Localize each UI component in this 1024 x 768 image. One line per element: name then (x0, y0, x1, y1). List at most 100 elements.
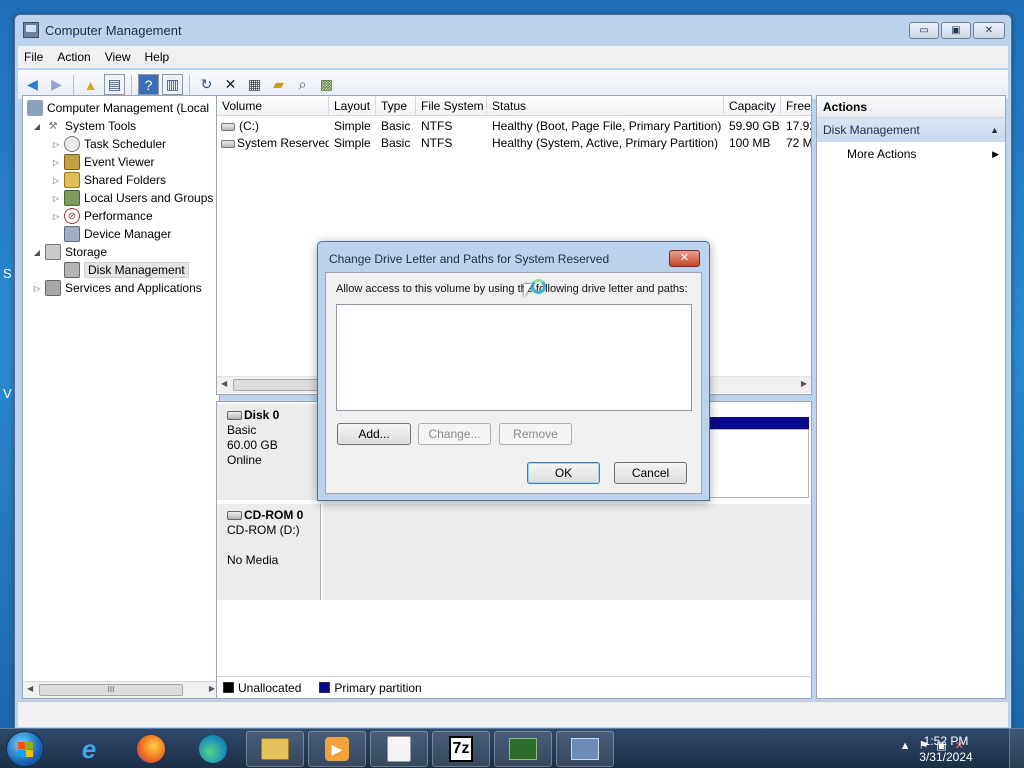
table-row[interactable]: (C:) Simple Basic NTFS Healthy (Boot, Pa… (217, 117, 811, 135)
export-icon[interactable]: ▩ (316, 74, 337, 95)
console-tree: Computer Management (Local ◢ ⚒ System To… (22, 95, 220, 699)
console-view-icon[interactable]: ▥ (162, 74, 183, 95)
tree-item-disk-management[interactable]: Disk Management (62, 261, 189, 279)
collapse-arrow-icon[interactable]: ◢ (31, 248, 43, 257)
delete-icon[interactable]: ✕ (220, 74, 241, 95)
tree-item-shared-folders[interactable]: ▷ Shared Folders (50, 171, 166, 189)
cdrom-media-area[interactable] (323, 504, 811, 600)
clock-date: 3/31/2024 (919, 750, 973, 764)
status-cell: Healthy (Boot, Page File, Primary Partit… (492, 119, 722, 133)
remove-button[interactable]: Remove (499, 423, 572, 445)
status-cell: Healthy (System, Active, Primary Partiti… (492, 136, 719, 150)
tree-item-device-manager[interactable]: Device Manager (62, 225, 171, 243)
collapse-up-icon[interactable]: ▲ (990, 118, 999, 142)
forward-icon[interactable]: ▶ (46, 74, 67, 95)
column-free[interactable]: Free (781, 96, 811, 116)
disk-legend: Unallocated Primary partition (217, 676, 811, 698)
tree-horizontal-scrollbar[interactable]: ◀ III ▶ (23, 681, 219, 698)
volume-cell: (C:) (221, 117, 329, 135)
computer-management-icon[interactable] (556, 731, 614, 767)
start-button[interactable] (6, 731, 44, 767)
status-bar (18, 701, 1008, 727)
actions-section-disk-management[interactable]: Disk Management ▲ (817, 118, 1005, 142)
menu-action[interactable]: Action (57, 50, 90, 64)
disk-state: Online (227, 453, 262, 467)
column-type[interactable]: Type (376, 96, 416, 116)
properties-icon[interactable]: ▦ (244, 74, 265, 95)
expand-arrow-icon[interactable]: ▷ (50, 176, 62, 185)
expand-arrow-icon[interactable]: ▷ (50, 140, 62, 149)
column-file-system[interactable]: File System (416, 96, 487, 116)
title-bar[interactable]: Computer Management ▭ ▣ ✕ (15, 15, 1011, 45)
maximize-button[interactable]: ▣ (941, 22, 971, 39)
ok-button[interactable]: OK (527, 462, 600, 484)
tree-item-label: Performance (84, 209, 153, 223)
back-icon[interactable]: ◀ (22, 74, 43, 95)
tree-item-label: Computer Management (Local (47, 101, 210, 115)
edge-icon[interactable] (184, 731, 242, 767)
column-layout[interactable]: Layout (329, 96, 376, 116)
column-status[interactable]: Status (487, 96, 724, 116)
desktop-icon-label: V (3, 386, 12, 401)
actions-header: Actions (817, 96, 1005, 118)
minimize-button[interactable]: ▭ (909, 22, 939, 39)
table-row[interactable]: System Reserved Simple Basic NTFS Health… (217, 134, 812, 152)
tree-item-event-viewer[interactable]: ▷ Event Viewer (50, 153, 154, 171)
scroll-left-arrow-icon[interactable]: ◀ (221, 379, 227, 388)
add-button[interactable]: Add... (337, 423, 411, 445)
dialog-title: Change Drive Letter and Paths for System… (329, 252, 610, 266)
refresh-icon[interactable]: ↻ (196, 74, 217, 95)
internet-explorer-icon[interactable]: e (60, 731, 118, 767)
expand-arrow-icon[interactable]: ▷ (50, 194, 62, 203)
media-player-icon[interactable]: ▶ (308, 731, 366, 767)
disk-name: Disk 0 (244, 408, 280, 422)
dialog-close-button[interactable]: ✕ (669, 250, 700, 267)
show-hide-tree-icon[interactable]: ▤ (104, 74, 125, 95)
menu-view[interactable]: View (105, 50, 131, 64)
cdrom-0-label[interactable]: CD-ROM 0 CD-ROM (D:) No Media (217, 504, 321, 600)
task-manager-icon[interactable] (494, 731, 552, 767)
close-button[interactable]: ✕ (973, 22, 1005, 39)
tree-item-performance[interactable]: ▷ ⊘ Performance (50, 207, 153, 225)
tree-item-computer-management[interactable]: Computer Management (Local (25, 99, 209, 117)
firefox-icon[interactable] (122, 731, 180, 767)
menu-file[interactable]: File (24, 50, 43, 64)
up-folder-icon[interactable]: ▲ (80, 74, 101, 95)
7zip-icon[interactable]: 7z (432, 731, 490, 767)
expand-arrow-icon[interactable]: ▷ (50, 212, 62, 221)
show-desktop-button[interactable] (1009, 729, 1024, 768)
drive-icon (221, 122, 235, 131)
collapse-arrow-icon[interactable]: ◢ (31, 122, 43, 131)
column-capacity[interactable]: Capacity (724, 96, 781, 116)
tree-item-storage[interactable]: ◢ Storage (31, 243, 107, 261)
cdrom-name: CD-ROM 0 (244, 508, 304, 522)
cancel-button[interactable]: Cancel (614, 462, 687, 484)
search-icon[interactable]: ⌕ (292, 74, 313, 95)
scroll-right-arrow-icon[interactable]: ▶ (209, 684, 215, 693)
open-folder-icon[interactable]: ▰ (268, 74, 289, 95)
disk-0-label[interactable]: Disk 0 Basic 60.00 GB Online (217, 404, 321, 500)
free-cell: 72 M (786, 136, 812, 150)
tree-item-local-users[interactable]: ▷ Local Users and Groups (50, 189, 213, 207)
tree-item-services[interactable]: ▷ Services and Applications (31, 279, 202, 297)
expand-arrow-icon[interactable]: ▷ (50, 158, 62, 167)
menu-help[interactable]: Help (145, 50, 170, 64)
tree-item-label: System Tools (65, 119, 137, 133)
tree-item-system-tools[interactable]: ◢ ⚒ System Tools (31, 117, 136, 135)
disc-icon[interactable] (370, 731, 428, 767)
taskbar: e ▶ 7z ▲ ⚑ ▣ ✕ 1:52 PM 3/31/2024 (0, 728, 1024, 768)
drive-icon (221, 139, 235, 148)
change-button[interactable]: Change... (418, 423, 491, 445)
scroll-right-arrow-icon[interactable]: ▶ (801, 379, 807, 388)
tree-item-task-scheduler[interactable]: ▷ Task Scheduler (50, 135, 166, 153)
hard-disk-icon (227, 411, 242, 421)
scroll-thumb[interactable]: III (39, 684, 183, 696)
file-explorer-icon[interactable] (246, 731, 304, 767)
clock[interactable]: 1:52 PM 3/31/2024 (906, 733, 986, 765)
more-actions[interactable]: More Actions ▶ (817, 142, 1005, 166)
scroll-left-arrow-icon[interactable]: ◀ (27, 684, 33, 693)
expand-arrow-icon[interactable]: ▷ (31, 284, 43, 293)
column-volume[interactable]: Volume (217, 96, 329, 116)
help-icon[interactable]: ? (138, 74, 159, 95)
drive-paths-list[interactable] (336, 304, 692, 411)
